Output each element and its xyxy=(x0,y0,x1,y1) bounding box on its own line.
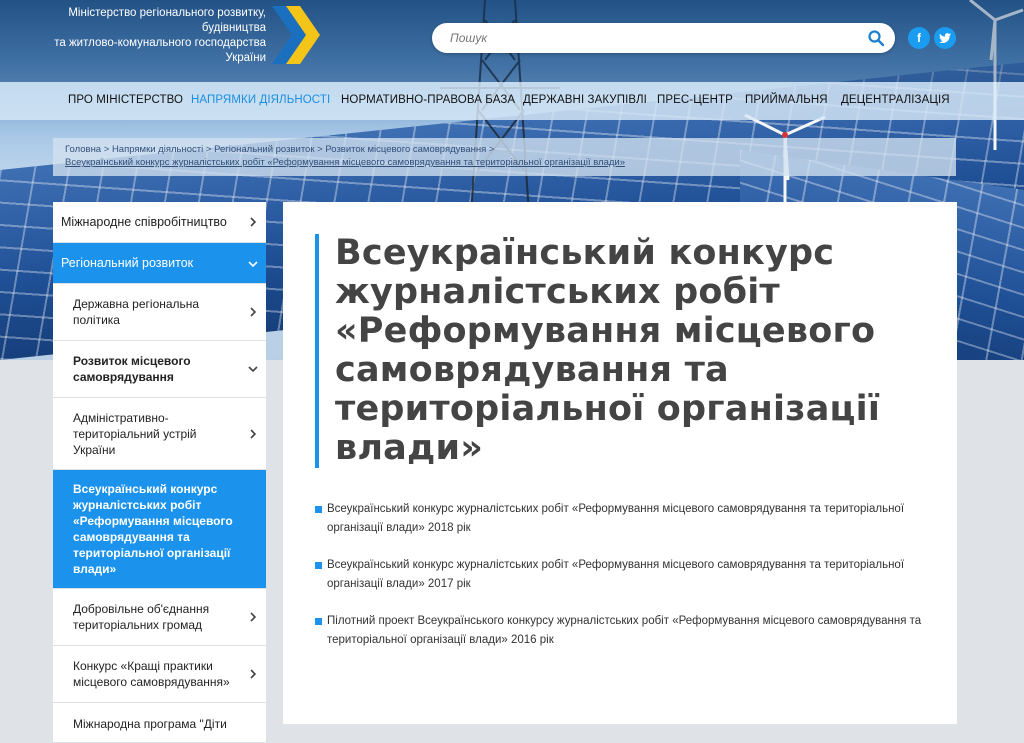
ministry-name[interactable]: Міністерство регіонального розвитку, буд… xyxy=(40,6,266,66)
ministry-logo-icon[interactable] xyxy=(272,6,320,64)
sidebar-item-voluntary-amalgamation[interactable]: Добровільне об'єднання територіальних гр… xyxy=(53,589,266,646)
sidebar-item-international-cooperation[interactable]: Міжнародне співробітництво xyxy=(53,202,266,243)
chevron-right-icon xyxy=(250,669,257,679)
nav-item-procurement[interactable]: ДЕРЖАВНІ ЗАКУПІВЛІ xyxy=(523,94,647,106)
breadcrumb-line: Всеукраїнський конкурс журналістських ро… xyxy=(65,157,625,168)
chevron-right-icon xyxy=(250,217,257,227)
nav-item-activities[interactable]: НАПРЯМКИ ДІЯЛЬНОСТІ xyxy=(191,94,330,106)
ministry-name-line: Міністерство регіонального розвитку, xyxy=(68,7,266,19)
sidebar-item-regional-development[interactable]: Регіональний розвиток xyxy=(53,243,266,284)
page-title-block: Всеукраїнський конкурс журналістських ро… xyxy=(315,234,935,468)
chevron-down-icon xyxy=(248,261,258,268)
breadcrumb-separator: > xyxy=(488,144,495,155)
facebook-icon[interactable]: f xyxy=(908,27,930,49)
sidebar-item-label: Регіональний розвиток xyxy=(61,256,194,270)
ministry-name-line: України xyxy=(225,52,266,64)
search-icon[interactable] xyxy=(867,29,885,47)
sidebar-item-label: Міжнародна програма "Діти xyxy=(73,717,227,731)
sidebar-item-local-self-government[interactable]: Розвиток місцевого самоврядування xyxy=(53,341,266,398)
ministry-name-line: будівництва xyxy=(201,22,266,34)
breadcrumb-line: Головна > Напрямки діяльності > Регіонал… xyxy=(65,144,494,155)
document-link-label: Пілотний проект Всеукраїнського конкурсу… xyxy=(327,615,922,646)
sidebar-item-state-regional-policy[interactable]: Державна регіональна політика xyxy=(53,284,266,341)
sidebar-item-journalism-contest[interactable]: Всеукраїнський конкурс журналістських ро… xyxy=(53,470,266,589)
sidebar-item-label: Розвиток місцевого самоврядування xyxy=(73,354,191,384)
bullet-icon xyxy=(315,506,322,513)
nav-item-legal-base[interactable]: НОРМАТИВНО-ПРАВОВА БАЗА xyxy=(341,94,515,106)
breadcrumb-current[interactable]: Всеукраїнський конкурс журналістських ро… xyxy=(65,157,625,168)
breadcrumb-separator: > xyxy=(317,144,323,155)
ministry-name-line: та житлово-комунального господарства xyxy=(54,37,266,49)
sidebar-item-label: Державна регіональна політика xyxy=(73,297,200,327)
main-content: Всеукраїнський конкурс журналістських ро… xyxy=(283,202,957,724)
header: Міністерство регіонального розвитку, буд… xyxy=(0,0,1024,82)
sidebar-item-administrative-territorial-structure[interactable]: Адміністративно-територіальний устрій Ук… xyxy=(53,398,266,470)
page-title: Всеукраїнський конкурс журналістських ро… xyxy=(335,233,881,468)
sidebar-item-label: Конкурс «Кращі практики місцевого самовр… xyxy=(73,659,230,689)
search-input[interactable] xyxy=(448,30,852,46)
breadcrumb-separator: > xyxy=(205,144,212,155)
sidebar-item-international-program[interactable]: Міжнародна програма "Діти xyxy=(53,703,266,743)
chevron-down-icon xyxy=(248,366,258,373)
chevron-right-icon xyxy=(250,307,257,317)
main-nav: ПРО МІНІСТЕРСТВО НАПРЯМКИ ДІЯЛЬНОСТІ НОР… xyxy=(0,82,1024,120)
bullet-icon xyxy=(315,618,322,625)
breadcrumb: Головна > Напрямки діяльності > Регіонал… xyxy=(53,138,956,176)
twitter-icon[interactable] xyxy=(934,27,956,49)
nav-item-about-ministry[interactable]: ПРО МІНІСТЕРСТВО xyxy=(68,94,183,106)
sidebar-item-best-practices-contest[interactable]: Конкурс «Кращі практики місцевого самовр… xyxy=(53,646,266,703)
breadcrumb-regional-development[interactable]: Регіональний розвиток xyxy=(214,144,314,155)
breadcrumb-activities[interactable]: Напрямки діяльності xyxy=(112,144,203,155)
twitter-bird-icon xyxy=(939,33,951,43)
nav-item-reception[interactable]: ПРИЙМАЛЬНЯ xyxy=(745,94,828,106)
document-link-label: Всеукраїнський конкурс журналістських ро… xyxy=(327,503,905,534)
bullet-icon xyxy=(315,562,322,569)
sidebar-item-label: Міжнародне співробітництво xyxy=(61,215,227,229)
document-link-label: Всеукраїнський конкурс журналістських ро… xyxy=(327,559,905,590)
document-list: Всеукраїнський конкурс журналістських ро… xyxy=(315,500,935,650)
chevron-right-icon xyxy=(250,612,257,622)
sidebar-item-label: Всеукраїнський конкурс журналістських ро… xyxy=(73,482,233,576)
sidebar: Міжнародне співробітництво Регіональний … xyxy=(53,202,266,743)
search-box xyxy=(432,23,895,53)
document-link-2016[interactable]: Пілотний проект Всеукраїнського конкурсу… xyxy=(315,612,935,650)
sidebar-item-label: Адміністративно-територіальний устрій Ук… xyxy=(73,410,197,457)
document-link-2018[interactable]: Всеукраїнський конкурс журналістських ро… xyxy=(315,500,935,538)
breadcrumb-separator: > xyxy=(103,144,110,155)
document-link-2017[interactable]: Всеукраїнський конкурс журналістських ро… xyxy=(315,556,935,594)
chevron-right-icon xyxy=(250,429,257,439)
sidebar-item-label: Добровільне об'єднання територіальних гр… xyxy=(73,602,210,632)
facebook-glyph: f xyxy=(917,31,921,45)
breadcrumb-local-self-government[interactable]: Розвиток місцевого самоврядування xyxy=(325,144,486,155)
breadcrumb-home[interactable]: Головна xyxy=(65,144,101,155)
nav-item-decentralization[interactable]: ДЕЦЕНТРАЛІЗАЦІЯ xyxy=(841,94,950,106)
nav-item-press-center[interactable]: ПРЕС-ЦЕНТР xyxy=(657,94,733,106)
